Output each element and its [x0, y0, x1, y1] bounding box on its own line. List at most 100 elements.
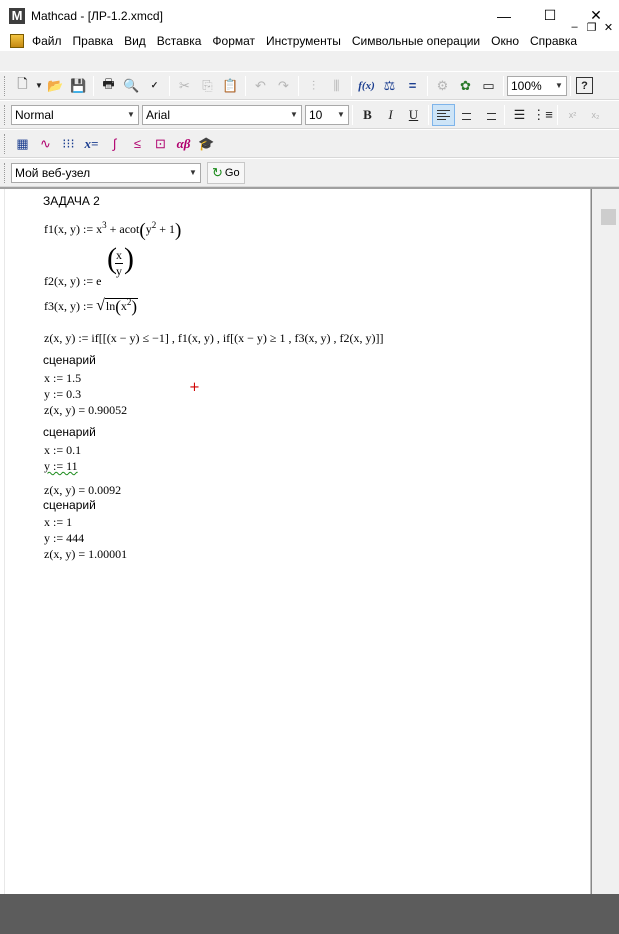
vertical-scrollbar[interactable]: [590, 189, 619, 896]
scenario-1-result[interactable]: z(x, y) = 0.90052: [44, 403, 127, 418]
scenario-1-y[interactable]: y := 0.3: [44, 387, 81, 402]
paste-icon[interactable]: 📋: [219, 75, 242, 97]
f3-definition[interactable]: f3(x, y) := √ln(x2): [44, 297, 139, 317]
print-icon[interactable]: 🖶: [97, 75, 120, 97]
font-select[interactable]: Arial ▼: [142, 104, 302, 125]
graph-icon[interactable]: ∿: [34, 133, 57, 155]
paren-close: ): [124, 242, 134, 275]
mathcad-window: M Mathcad - [ЛР-1.2.xmcd] — ☐ ✕ Файл Пра…: [0, 0, 619, 896]
programming-icon[interactable]: ⊡: [149, 133, 172, 155]
zoom-select[interactable]: 100% ▼: [507, 75, 567, 96]
evaluation-icon[interactable]: x=: [80, 133, 103, 155]
doc-minimize-button[interactable]: –: [566, 21, 583, 33]
greek-icon[interactable]: αβ: [172, 133, 195, 155]
boolean-icon[interactable]: ≤: [126, 133, 149, 155]
scenario-1-label[interactable]: сценарий: [43, 353, 96, 367]
f1-definition[interactable]: f1(x, y) := x3 + acot(y2 + 1): [44, 220, 181, 242]
scenario-2-x[interactable]: x := 0.1: [44, 443, 81, 458]
toolbar-grip[interactable]: [4, 162, 7, 183]
zoom-value: 100%: [511, 78, 542, 93]
paren-close: ): [131, 297, 138, 316]
toolbar-separator: [504, 104, 505, 125]
insert-region-icon[interactable]: ▭: [477, 75, 500, 97]
z-definition[interactable]: z(x, y) := if[[(x − y) ≤ −1] , f1(x, y) …: [44, 331, 383, 346]
align-right-icon[interactable]: [478, 104, 501, 126]
toolbar-separator: [352, 104, 353, 125]
chevron-down-icon: ▼: [127, 110, 135, 119]
bold-button[interactable]: B: [356, 104, 379, 126]
go-arrow-icon: ↻: [212, 164, 223, 180]
f1-arg-plus-one: + 1: [156, 222, 175, 236]
scenario-3-result[interactable]: z(x, y) = 1.00001: [44, 547, 127, 562]
symbolic-icon[interactable]: 🎓: [195, 133, 218, 155]
scenario-2-label[interactable]: сценарий: [43, 425, 96, 439]
doc-close-button[interactable]: ✕: [600, 21, 617, 34]
menu-window[interactable]: Окно: [489, 34, 521, 48]
matrix-icon[interactable]: ⁝⁝⁝: [57, 133, 80, 155]
task-title[interactable]: ЗАДАЧА 2: [43, 194, 100, 208]
align-left-icon[interactable]: [432, 103, 455, 126]
superscript-button[interactable]: x²: [561, 104, 584, 126]
copy-icon[interactable]: ⎘: [196, 75, 219, 97]
toolbar-grip[interactable]: [4, 133, 7, 154]
menu-view[interactable]: Вид: [122, 34, 148, 48]
toolbar-grip[interactable]: [4, 104, 7, 125]
toolbar-separator: [557, 104, 558, 125]
web-address-select[interactable]: Мой веб-узел ▼: [11, 162, 201, 183]
chevron-down-icon: ▼: [555, 81, 563, 90]
calculator-icon[interactable]: ▦: [11, 133, 34, 155]
crosshair-cursor-icon: +: [189, 380, 200, 395]
resource-center-icon[interactable]: ✿: [454, 75, 477, 97]
scenario-2-result[interactable]: z(x, y) = 0.0092: [44, 483, 121, 498]
insert-function-icon[interactable]: f(x): [355, 75, 378, 97]
scenario-1-x[interactable]: x := 1.5: [44, 371, 81, 386]
menu-symbolics[interactable]: Символьные операции: [350, 34, 482, 48]
print-preview-icon[interactable]: 🔍: [120, 75, 143, 97]
web-address-value: Мой веб-узел: [15, 165, 91, 180]
spell-check-icon[interactable]: ✓: [143, 75, 166, 97]
save-icon[interactable]: 💾: [67, 75, 90, 97]
new-document-icon[interactable]: 🗋: [11, 75, 34, 97]
minimize-button[interactable]: —: [481, 0, 527, 31]
scrollbar-thumb[interactable]: [601, 209, 616, 225]
component-icon[interactable]: ⚙: [431, 75, 454, 97]
open-folder-icon[interactable]: 📂: [44, 75, 67, 97]
desktop-background: [0, 894, 619, 934]
menu-file[interactable]: Файл: [30, 34, 64, 48]
calculus-icon[interactable]: ∫: [103, 133, 126, 155]
numbered-list-icon[interactable]: ⋮≡: [531, 104, 554, 126]
doc-restore-button[interactable]: ❐: [583, 21, 600, 34]
align-center-icon[interactable]: [455, 104, 478, 126]
font-size-select[interactable]: 10 ▼: [305, 104, 349, 125]
redo-icon[interactable]: ↷: [272, 75, 295, 97]
bullet-list-icon[interactable]: ☰: [508, 104, 531, 126]
calculate-icon[interactable]: =: [401, 75, 424, 97]
menu-insert[interactable]: Вставка: [155, 34, 204, 48]
align-across-icon[interactable]: ⫶: [302, 75, 325, 97]
italic-button[interactable]: I: [379, 104, 402, 126]
window-title: Mathcad - [ЛР-1.2.xmcd]: [31, 8, 163, 23]
align-down-icon[interactable]: ⫼: [325, 75, 348, 97]
underline-button[interactable]: U: [402, 104, 425, 126]
sqrt-icon: √: [96, 297, 105, 314]
scenario-3-y[interactable]: y := 444: [44, 531, 84, 546]
worksheet[interactable]: ЗАДАЧА 2 f1(x, y) := x3 + acot(y2 + 1) f…: [0, 187, 619, 896]
style-select[interactable]: Normal ▼: [11, 104, 139, 125]
menu-tools[interactable]: Инструменты: [264, 34, 343, 48]
document-icon[interactable]: [10, 34, 24, 48]
help-icon[interactable]: ?: [576, 77, 593, 94]
undo-icon[interactable]: ↶: [249, 75, 272, 97]
scenario-3-x[interactable]: x := 1: [44, 515, 72, 530]
go-label: Go: [224, 166, 240, 179]
subscript-button[interactable]: x₂: [584, 104, 607, 126]
scenario-2-y[interactable]: y := 11: [44, 459, 78, 474]
go-button[interactable]: ↻ Go: [207, 161, 245, 184]
scenario-3-label[interactable]: сценарий: [43, 498, 96, 512]
new-dropdown-icon[interactable]: ▼: [34, 75, 44, 97]
chevron-down-icon: ▼: [290, 110, 298, 119]
menu-format[interactable]: Формат: [210, 34, 257, 48]
cut-icon[interactable]: ✂: [173, 75, 196, 97]
toolbar-grip[interactable]: [4, 75, 7, 96]
insert-unit-icon[interactable]: ⚖: [378, 75, 401, 97]
menu-edit[interactable]: Правка: [71, 34, 116, 48]
